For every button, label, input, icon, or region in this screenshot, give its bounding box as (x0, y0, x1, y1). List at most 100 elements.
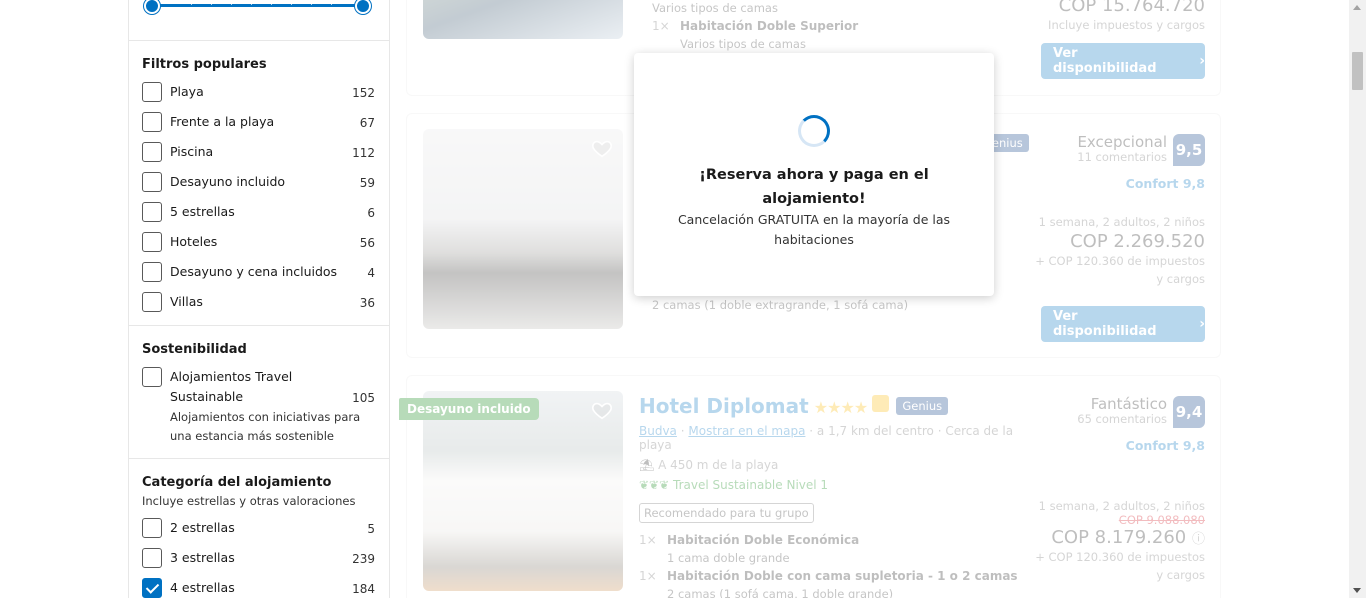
filter-option[interactable]: Desayuno incluido 59 (142, 172, 375, 202)
sustainable-label: Travel Sustainable Nivel 1 (673, 478, 829, 492)
price-range-slider[interactable] (144, 0, 371, 14)
property-info: Hotel Diplomat ★★★★ Genius Budva · Mostr… (639, 394, 1039, 598)
filter-option[interactable]: Hoteles 56 (142, 232, 375, 262)
filter-option[interactable]: Desayuno y cena incluidos 4 (142, 262, 375, 292)
filter-option[interactable]: Piscina 112 (142, 142, 375, 172)
property-card: Desayuno incluido Hotel Diplomat ★★★★ Ge… (399, 375, 1221, 598)
filter-checkbox[interactable] (142, 82, 162, 102)
sustainability-row: ❦❦❦ Travel Sustainable Nivel 1 (639, 478, 1039, 492)
review-word: Fantástico (1090, 395, 1167, 413)
filter-label: Frente a la playa (170, 114, 275, 129)
popular-filters-list: Playa 152 Frente a la playa 67 Piscina 112 … (142, 82, 375, 322)
filter-checkbox[interactable] (142, 518, 162, 538)
popular-filters-title: Filtros populares (142, 57, 267, 72)
slider-tick (331, 0, 332, 5)
filter-option[interactable]: Alojamientos Travel Sustainable 105 (142, 367, 375, 408)
filter-option[interactable]: Villas 36 (142, 292, 375, 322)
review-score[interactable]: Excepcional 11 comentarios 9,5 (1035, 134, 1205, 166)
comfort-score: Confort 9,8 (1125, 176, 1205, 191)
search-results-page: Filtros populares Playa 152 Frente a la p… (0, 0, 1366, 598)
genius-badge: Genius (896, 397, 949, 415)
sustainability-title: Sostenibilidad (142, 342, 247, 357)
button-label: Ver disponibilidad (1053, 46, 1157, 76)
filter-checkbox[interactable] (142, 172, 162, 192)
show-on-map-link[interactable]: Mostrar en el mapa (688, 424, 805, 438)
filter-option[interactable]: Playa 152 (142, 82, 375, 112)
scrollbar-thumb[interactable] (1352, 52, 1363, 90)
filter-checkbox[interactable] (142, 262, 162, 282)
reco-row: Recomendado para tu grupo (639, 502, 1039, 523)
room-line: 1× Habitación Doble Económica (639, 531, 1039, 549)
hotel-name-link[interactable]: Hotel Diplomat (639, 394, 809, 418)
filter-count: 152 (352, 86, 375, 100)
filter-checkbox-checked[interactable] (142, 578, 162, 598)
filter-count: 56 (359, 236, 375, 250)
price-block: Excepcional 11 comentarios 9,5 Confort 9… (1035, 134, 1205, 288)
page-scrollbar[interactable] (1349, 0, 1366, 598)
filter-checkbox[interactable] (142, 232, 162, 252)
thumbs-up-icon (872, 395, 890, 412)
filter-count: 6 (367, 206, 375, 220)
dialog-text: Cancelación GRATUITA en la mayoría de la… (677, 212, 951, 247)
slider-max-handle[interactable] (355, 0, 371, 14)
filter-option[interactable]: 4 estrellas 184 (142, 578, 375, 598)
filter-count: 59 (359, 176, 375, 190)
filter-option[interactable]: 5 estrellas 6 (142, 202, 375, 232)
loading-spinner-icon (798, 115, 830, 147)
title-row: Hotel Diplomat ★★★★ Genius (639, 394, 1039, 418)
room-bed-info: 1 cama doble grande (667, 551, 790, 565)
slider-tick (231, 0, 232, 5)
scroll-down-arrow-icon[interactable] (1353, 588, 1361, 593)
city-link[interactable]: Budva (639, 424, 677, 438)
beach-distance-row: ⛱ A 450 m de la playa (639, 458, 1039, 472)
filter-checkbox[interactable] (142, 112, 162, 132)
beach-distance: A 450 m de la playa (658, 458, 779, 472)
filter-checkbox[interactable] (142, 142, 162, 162)
recommended-badge: Recomendado para tu grupo (639, 503, 814, 523)
room-bed-info: Varios tipos de camas (652, 1, 778, 15)
tax-note: + COP 120.360 de impuestos y cargos (1035, 254, 1205, 286)
slider-tick (211, 0, 212, 5)
scroll-up-arrow-icon[interactable] (1353, 5, 1361, 10)
heart-icon[interactable] (591, 137, 613, 159)
filter-count: 112 (352, 146, 375, 160)
category-subtitle: Incluye estrellas y otras valoraciones (142, 494, 356, 508)
room-name: Habitación Doble Económica (667, 533, 860, 547)
property-photo[interactable] (423, 391, 623, 591)
filter-label: Playa (170, 84, 204, 99)
see-availability-button[interactable]: Ver disponibilidad › (1041, 306, 1205, 342)
price: COP 8.179.260 ⓘ (1035, 527, 1205, 548)
slider-min-handle[interactable] (144, 0, 160, 14)
filter-checkbox[interactable] (142, 367, 162, 387)
filter-option[interactable]: Frente a la playa 67 (142, 112, 375, 142)
filter-option[interactable]: 3 estrellas 239 (142, 548, 375, 578)
filter-count: 239 (352, 552, 375, 566)
distance-text: a 1,7 km del centro (816, 424, 934, 438)
heart-icon[interactable] (591, 399, 613, 421)
filter-option[interactable]: 2 estrellas 5 (142, 518, 375, 548)
filters-sidebar: Filtros populares Playa 152 Frente a la p… (128, 0, 390, 598)
filter-label: 2 estrellas (170, 520, 235, 535)
filter-label: Desayuno incluido (170, 174, 286, 189)
room-bed-info: 2 camas (1 sofá cama, 1 doble grande) (667, 587, 894, 598)
review-score[interactable]: Fantástico 65 comentarios 9,4 (1035, 396, 1205, 428)
slider-tick (251, 0, 252, 5)
room-line: 1× Habitación Doble con cama supletoria -… (639, 567, 1039, 585)
filter-checkbox[interactable] (142, 202, 162, 222)
room-qty: 1× (639, 533, 657, 547)
category-title: Categoría del alojamiento (142, 475, 332, 490)
filter-checkbox[interactable] (142, 548, 162, 568)
review-word: Excepcional (1077, 133, 1167, 151)
property-photo[interactable] (423, 0, 623, 39)
see-availability-button[interactable]: Ver disponibilidad › (1041, 43, 1205, 79)
room-info: Varios tipos de camas 1× Habitación Doble… (652, 0, 858, 53)
info-icon[interactable]: ⓘ (1192, 532, 1205, 547)
filter-checkbox[interactable] (142, 292, 162, 312)
property-photo[interactable] (423, 129, 623, 329)
filter-count: 4 (367, 266, 375, 280)
review-count: 65 comentarios (1077, 412, 1167, 426)
room-qty: 1× (639, 569, 657, 583)
filter-description: Alojamientos con iniciativas para una es… (170, 410, 361, 443)
slider-tick (191, 0, 192, 5)
slider-tick (311, 0, 312, 5)
